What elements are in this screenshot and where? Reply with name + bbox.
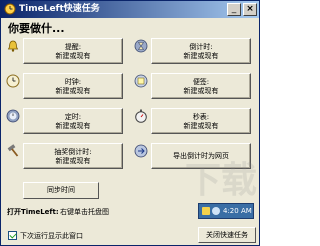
clock-button[interactable]: 时钟: 新建或现有 [23, 73, 123, 99]
clock-sublabel: 新建或现有 [55, 87, 91, 95]
timer-sublabel: 新建或现有 [55, 122, 91, 130]
hammer-icon [7, 144, 19, 157]
quick-tasks-window: TimeLeft快速任务 _ × 你要做什... 提醒: 新建或现有 倒计时: … [0, 0, 260, 246]
watermark: 下载 [184, 160, 257, 201]
hourglass-icon [134, 39, 148, 53]
show-on-startup-checkbox[interactable] [8, 231, 17, 240]
countdown-button[interactable]: 倒计时: 新建或现有 [151, 38, 251, 64]
lottery-countdown-button[interactable]: 抽奖倒计时: 新建或现有 [23, 143, 123, 169]
clock-icon [6, 74, 20, 88]
lottery-countdown-label: 抽奖倒计时: [54, 148, 92, 156]
countdown-sublabel: 新建或现有 [183, 52, 219, 60]
reminder-button[interactable]: 提醒: 新建或现有 [23, 38, 123, 64]
reminder-sublabel: 新建或现有 [55, 52, 91, 60]
tray-app-icon [202, 207, 210, 215]
timer-label: 定时: [64, 113, 82, 121]
countdown-label: 倒计时: [189, 43, 213, 51]
timer-icon [6, 109, 20, 123]
timer-button[interactable]: 定时: 新建或现有 [23, 108, 123, 134]
system-tray-preview: 4:20 AM [198, 203, 254, 219]
minimize-button[interactable]: _ [227, 3, 241, 16]
stopwatch-button[interactable]: 秒表: 新建或现有 [151, 108, 251, 134]
open-timeleft-label: 打开TimeLeft: [7, 208, 59, 216]
app-icon [4, 3, 16, 15]
stopwatch-label: 秒表: [192, 113, 210, 121]
window-title: TimeLeft快速任务 [19, 4, 100, 14]
title-bar[interactable]: TimeLeft快速任务 _ × [1, 1, 259, 18]
clock-label: 时钟: [64, 78, 82, 86]
tray-clock-icon [212, 207, 220, 215]
close-window-button[interactable]: × [243, 3, 257, 16]
stopwatch-sublabel: 新建或现有 [183, 122, 219, 130]
sticky-note-button[interactable]: 便签: 新建或现有 [151, 73, 251, 99]
sticky-note-sublabel: 新建或现有 [183, 87, 219, 95]
open-timeleft-hint: 右键单击托盘图 [60, 208, 109, 216]
show-on-startup-label[interactable]: 下次运行显示此窗口 [20, 231, 83, 241]
tray-time: 4:20 AM [223, 207, 252, 215]
sticky-note-label: 便签: [192, 78, 210, 86]
question-heading: 你要做什... [8, 22, 65, 35]
sticky-note-icon [134, 74, 148, 88]
reminder-label: 提醒: [64, 43, 82, 51]
export-web-icon [134, 144, 148, 158]
bell-icon [7, 40, 19, 52]
close-quick-tasks-button[interactable]: 关闭快速任务 [198, 227, 256, 243]
stopwatch-icon [135, 109, 147, 123]
lottery-countdown-sublabel: 新建或现有 [55, 157, 91, 165]
sync-time-button[interactable]: 同步时间 [23, 182, 99, 199]
